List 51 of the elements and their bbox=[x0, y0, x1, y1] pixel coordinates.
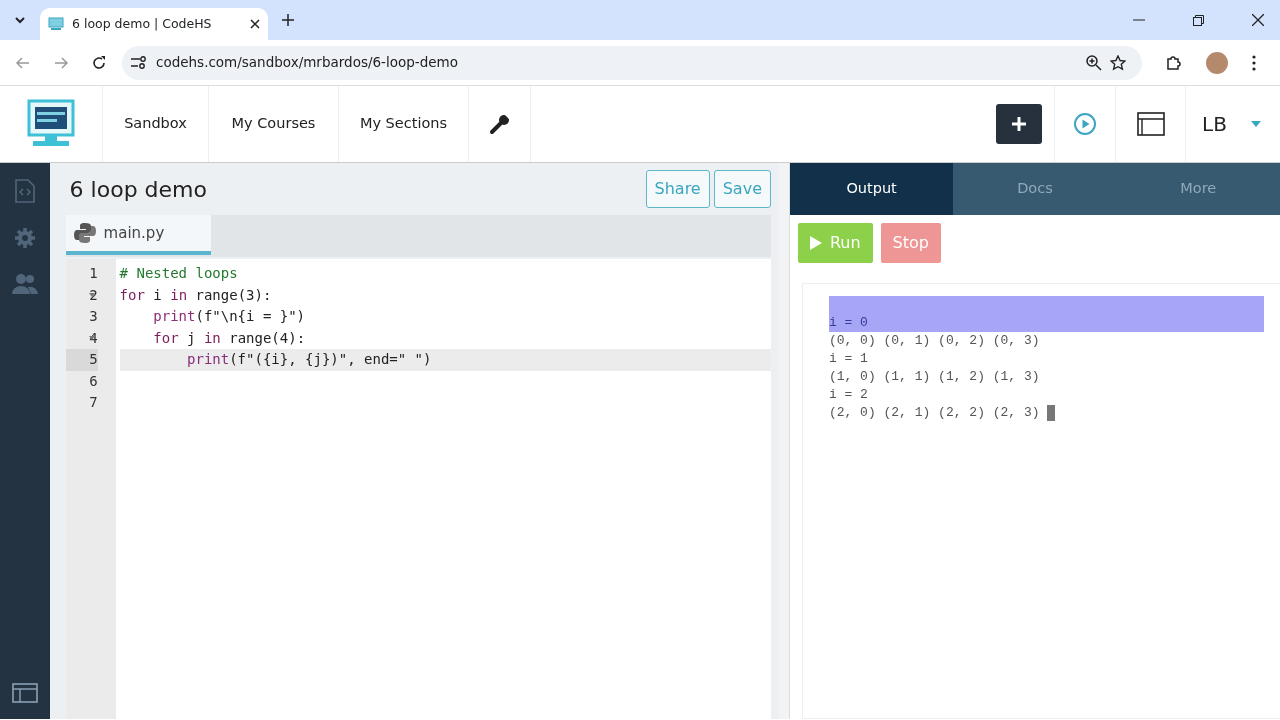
output-line: i = 0 bbox=[828, 315, 868, 330]
avatar[interactable] bbox=[1206, 51, 1228, 74]
line-number: 1 bbox=[88, 264, 98, 283]
caret-icon[interactable] bbox=[1250, 121, 1261, 127]
fold-icon[interactable] bbox=[88, 292, 95, 297]
line-number: 7 bbox=[88, 393, 98, 412]
layout-icon[interactable] bbox=[11, 683, 38, 703]
forward-icon[interactable] bbox=[54, 56, 68, 69]
line-number: 6 bbox=[88, 371, 98, 391]
code-line: print(f"\n{i = }") bbox=[152, 308, 306, 324]
logo-icon[interactable] bbox=[27, 99, 75, 149]
play-icon[interactable] bbox=[1073, 112, 1097, 136]
nav-link-item[interactable]: Sandbox bbox=[124, 113, 187, 135]
back-icon[interactable] bbox=[16, 56, 30, 69]
code-line: for i in range(3): bbox=[119, 286, 272, 303]
code-line: # Nested loops bbox=[119, 265, 238, 281]
star-icon[interactable] bbox=[1110, 54, 1126, 71]
wrench-icon[interactable] bbox=[488, 113, 511, 135]
output-line: (1, 0) (1, 1) (1, 2) (1, 3) bbox=[828, 369, 1040, 384]
window-icon[interactable] bbox=[1136, 112, 1165, 136]
line-number: 3 bbox=[88, 307, 98, 326]
monitor-icon bbox=[48, 17, 64, 31]
play-icon bbox=[809, 236, 822, 250]
fold-icon[interactable] bbox=[88, 335, 95, 340]
tab-list-icon[interactable] bbox=[14, 16, 26, 24]
output-line: (0, 0) (0, 1) (0, 2) (0, 3) bbox=[828, 333, 1040, 348]
reload-icon[interactable] bbox=[92, 55, 106, 70]
output-line: i = 1 bbox=[828, 351, 868, 366]
output-line: (2, 0) (2, 1) (2, 2) (2, 3) bbox=[828, 405, 1040, 420]
puzzle-icon[interactable] bbox=[1166, 54, 1182, 71]
user-initials[interactable]: LB bbox=[1202, 109, 1227, 139]
add-button[interactable] bbox=[996, 104, 1042, 144]
close-icon[interactable] bbox=[250, 19, 260, 29]
close-icon[interactable] bbox=[1252, 14, 1264, 26]
nav-link-item[interactable]: My Sections bbox=[359, 113, 448, 135]
site-settings-icon[interactable] bbox=[130, 55, 148, 70]
file-tab[interactable]: main.py bbox=[65, 215, 211, 255]
zoom-icon[interactable] bbox=[1086, 54, 1102, 71]
nav-link-item[interactable]: My Courses bbox=[231, 113, 316, 135]
plus-icon bbox=[1011, 116, 1027, 132]
restore-icon[interactable] bbox=[1193, 14, 1204, 26]
code-line: print(f"({i}, {j})", end=" ") bbox=[186, 351, 432, 367]
output-line: i = 2 bbox=[828, 387, 868, 402]
project-title: 6 loop demo bbox=[69, 175, 208, 204]
panel-tab[interactable]: Output bbox=[789, 163, 954, 215]
menu-icon[interactable] bbox=[1252, 54, 1256, 71]
new-tab-icon[interactable] bbox=[282, 14, 294, 26]
code-line: for j in range(4): bbox=[152, 329, 306, 346]
file-type-icon bbox=[73, 222, 96, 244]
line-number: 2 bbox=[87, 285, 98, 305]
line-number: 5 bbox=[65, 349, 98, 371]
